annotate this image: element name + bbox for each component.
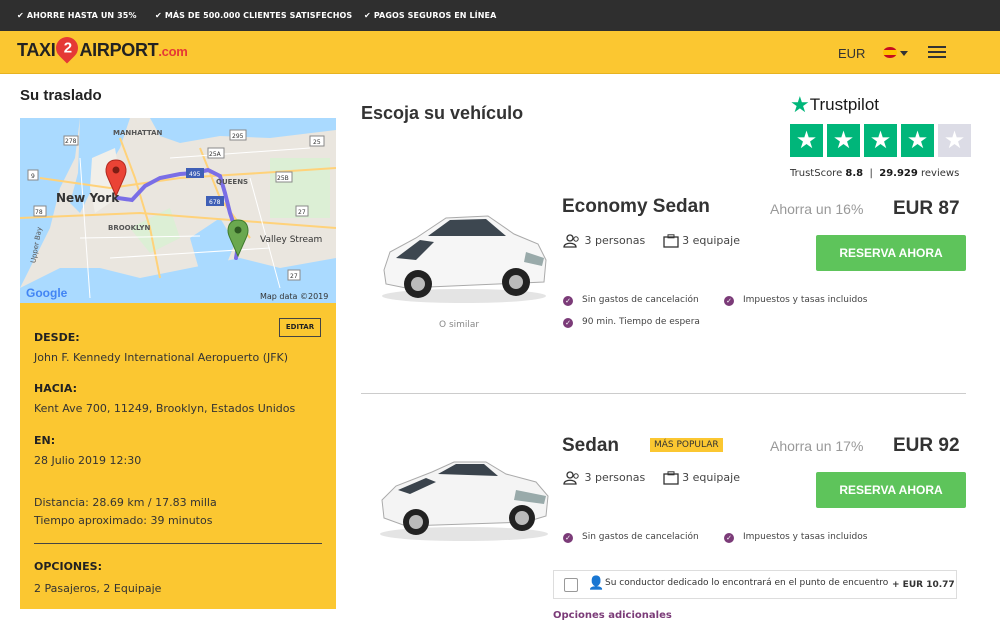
vehicle-section-title: Escoja su vehículo [361, 103, 524, 123]
from-value: John F. Kennedy International Aeropuerto… [34, 351, 289, 364]
feature-item: ✓ Impuestos y tasas incluidos [724, 532, 867, 543]
feature-item: ✓ 90 min. Tiempo de espera [563, 317, 700, 328]
duration-value: Tiempo aproximado: 39 minutos [34, 514, 213, 527]
site-header: TAXI 2 AIRPORT.com EUR [0, 31, 1000, 74]
svg-text:27: 27 [298, 209, 306, 216]
site-logo[interactable]: TAXI 2 AIRPORT.com [17, 32, 188, 66]
edit-button[interactable]: EDITAR [279, 318, 321, 337]
svg-text:25B: 25B [277, 175, 289, 182]
trustpilot-logo: ★Trustpilot [790, 92, 880, 117]
star-empty-icon: ★ [938, 124, 971, 157]
svg-text:Map data ©2019: Map data ©2019 [260, 292, 328, 301]
savings-text: Ahorra un 17% [770, 438, 864, 454]
to-label: HACIA: [34, 382, 78, 395]
map-canvas: MANHATTAN BROOKLYN QUEENS Upper Bay New … [20, 118, 336, 303]
driver-icon: 👤 [588, 576, 605, 591]
meet-greet-checkbox[interactable] [564, 578, 578, 592]
check-icon: ✓ [724, 533, 734, 543]
star-icon: ★ [790, 124, 823, 157]
promo-item-payments: ✔ PAGOS SEGUROS EN LÍNEA [364, 11, 497, 20]
from-label: DESDE: [34, 331, 80, 344]
vehicle-name: Sedan [562, 435, 620, 456]
similar-note: O similar [439, 320, 480, 330]
svg-text:9: 9 [31, 173, 35, 180]
svg-text:78: 78 [35, 209, 43, 216]
vehicle-price: EUR 92 [893, 435, 960, 456]
spain-flag-icon[interactable] [883, 47, 897, 58]
promo-item-savings: ✔ AHORRE HASTA UN 35% [17, 11, 137, 20]
feature-item: ✓ Impuestos y tasas incluidos [724, 295, 867, 306]
svg-text:Google: Google [26, 286, 68, 300]
star-icon: ★ [827, 124, 860, 157]
options-label: OPCIONES: [34, 560, 102, 573]
hamburger-menu-icon[interactable] [928, 46, 946, 58]
svg-text:25: 25 [313, 139, 321, 146]
svg-text:QUEENS: QUEENS [216, 178, 248, 186]
date-label: EN: [34, 434, 56, 447]
route-map[interactable]: MANHATTAN BROOKLYN QUEENS Upper Bay New … [20, 118, 336, 303]
options-value: 2 Pasajeros, 2 Equipaje [34, 582, 162, 595]
svg-text:Valley Stream: Valley Stream [260, 235, 322, 245]
vehicle-capacity: 3 personas 3 equipaje [563, 234, 740, 248]
book-now-button[interactable]: RESERVA AHORA [816, 235, 966, 271]
to-value: Kent Ave 700, 11249, Brooklyn, Estados U… [34, 402, 296, 415]
distance-value: Distancia: 28.69 km / 17.83 milla [34, 496, 217, 509]
popular-badge: MÁS POPULAR [650, 438, 723, 452]
passengers-icon [563, 471, 579, 485]
additional-options-link[interactable]: Opciones adicionales [553, 610, 672, 621]
chevron-down-icon[interactable] [900, 51, 908, 56]
transfer-title: Su traslado [20, 87, 102, 104]
meet-greet-price: + EUR 10.77 [889, 580, 955, 590]
vehicle-price: EUR 87 [893, 198, 960, 219]
currency-selector[interactable]: EUR [838, 46, 865, 61]
vehicle-divider [361, 393, 966, 394]
svg-text:678: 678 [209, 199, 221, 206]
check-icon: ✓ [563, 318, 573, 328]
feature-row-clipped: ✓ Sin gastos de cancelación ✓ Impuestos y … [361, 530, 966, 543]
svg-text:27: 27 [290, 273, 298, 280]
vehicle-capacity: 3 personas 3 equipaje [563, 471, 740, 485]
transfer-summary: EDITAR DESDE: John F. Kennedy Internatio… [20, 303, 336, 609]
check-icon: ✓ [724, 296, 734, 306]
trustscore: TrustScore 8.8 | 29.929 reviews [790, 168, 960, 179]
car-image [382, 215, 547, 303]
luggage-icon [663, 471, 679, 485]
passengers-icon [563, 234, 579, 248]
meet-greet-option[interactable]: 👤 Su conductor dedicado lo encontrará en… [553, 570, 957, 599]
savings-text: Ahorra un 16% [770, 201, 864, 217]
svg-text:BROOKLYN: BROOKLYN [108, 224, 150, 232]
feature-item: ✓ Sin gastos de cancelación [563, 295, 699, 306]
check-icon: ✓ [563, 296, 573, 306]
trustpilot-star-icon: ★ [790, 92, 810, 117]
date-value: 28 Julio 2019 12:30 [34, 454, 142, 467]
svg-text:25A: 25A [209, 151, 222, 158]
svg-text:495: 495 [189, 171, 201, 178]
summary-divider [34, 543, 322, 544]
luggage-icon [663, 234, 679, 248]
vehicle-name: Economy Sedan [562, 196, 710, 217]
star-icon: ★ [864, 124, 897, 157]
feature-item: ✓ Sin gastos de cancelación [563, 532, 699, 543]
svg-text:New York: New York [56, 191, 120, 205]
svg-text:MANHATTAN: MANHATTAN [113, 129, 163, 137]
book-now-button[interactable]: RESERVA AHORA [816, 472, 966, 508]
check-icon: ✓ [563, 533, 573, 543]
svg-text:295: 295 [232, 133, 244, 140]
promo-item-customers: ✔ MÁS DE 500.000 CLIENTES SATISFECHOS [155, 11, 353, 20]
svg-text:278: 278 [65, 138, 77, 145]
promo-bar: ✔ AHORRE HASTA UN 35% ✔ MÁS DE 500.000 CLI… [0, 0, 1000, 31]
meet-greet-text: Su conductor dedicado lo encontrará en e… [605, 578, 889, 588]
star-icon: ★ [901, 124, 934, 157]
